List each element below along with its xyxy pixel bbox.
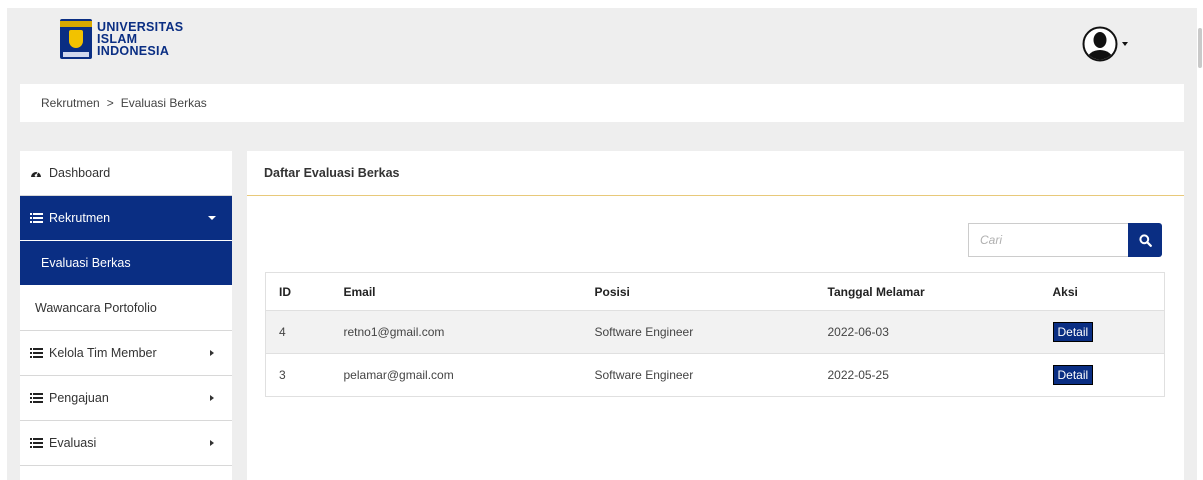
detail-button[interactable]: Detail xyxy=(1052,322,1094,342)
column-header-posisi: Posisi xyxy=(581,272,815,311)
breadcrumb-item-rekrutmen[interactable]: Rekrutmen xyxy=(41,96,100,110)
search-button[interactable] xyxy=(1128,223,1162,257)
sidebar-item-label: Wawancara Portofolio xyxy=(35,301,157,315)
sidebar: Dashboard Rekrutmen Evaluasi Berkas Wawa… xyxy=(20,151,232,480)
sidebar-item-dashboard[interactable]: Dashboard xyxy=(20,151,232,196)
logo-line: INDONESIA xyxy=(97,44,170,58)
cell-aksi: Detail xyxy=(1039,310,1165,354)
table-header-row: ID Email Posisi Tanggal Melamar Aksi xyxy=(265,272,1165,311)
user-menu-toggle[interactable] xyxy=(1082,26,1128,62)
sidebar-item-wawancara-portofolio[interactable]: Wawancara Portofolio xyxy=(20,286,232,331)
cell-id: 3 xyxy=(265,353,331,397)
sidebar-item-label: Pengajuan xyxy=(49,391,109,405)
university-logo[interactable]: UNIVERSITAS ISLAM INDONESIA xyxy=(60,19,183,59)
cell-tanggal: 2022-06-03 xyxy=(814,310,1040,354)
sidebar-item-evaluasi-berkas[interactable]: Evaluasi Berkas xyxy=(20,241,232,286)
dashboard-icon xyxy=(28,168,44,179)
sidebar-item-pengajuan[interactable]: Pengajuan xyxy=(20,376,232,421)
table-row: 3 pelamar@gmail.com Software Engineer 20… xyxy=(265,353,1165,397)
logo-emblem-icon xyxy=(60,19,92,59)
user-avatar-icon xyxy=(1082,26,1118,62)
search-icon xyxy=(1138,233,1152,247)
breadcrumb-separator: > xyxy=(106,96,114,110)
sidebar-item-evaluasi[interactable]: Evaluasi xyxy=(20,421,232,466)
sidebar-item-label: Evaluasi Berkas xyxy=(41,256,131,270)
cell-email: retno1@gmail.com xyxy=(330,310,582,354)
sidebar-item-label: Dashboard xyxy=(49,166,111,180)
chevron-down-icon xyxy=(1122,42,1128,46)
sidebar-item-kelola-tim-member[interactable]: Kelola Tim Member xyxy=(20,331,232,376)
table-row: 4 retno1@gmail.com Software Engineer 202… xyxy=(265,310,1165,354)
cell-email: pelamar@gmail.com xyxy=(330,353,582,397)
evaluasi-table: ID Email Posisi Tanggal Melamar Aksi 4 r… xyxy=(265,272,1165,397)
sidebar-item-label: Rekrutmen xyxy=(49,211,111,225)
breadcrumb: Rekrutmen > Evaluasi Berkas xyxy=(20,84,1184,122)
scrollbar-thumb[interactable] xyxy=(1198,28,1202,68)
cell-posisi: Software Engineer xyxy=(581,310,815,354)
search-input[interactable] xyxy=(968,223,1128,257)
sidebar-item-label: Kelola Tim Member xyxy=(49,346,157,360)
cell-aksi: Detail xyxy=(1039,353,1165,397)
list-icon xyxy=(28,213,44,223)
detail-button[interactable]: Detail xyxy=(1052,365,1094,385)
list-icon xyxy=(28,393,44,403)
logo-text: UNIVERSITAS ISLAM INDONESIA xyxy=(97,21,183,58)
page-scrollbar[interactable] xyxy=(1197,0,1203,480)
sidebar-item-label: Evaluasi xyxy=(49,436,97,450)
breadcrumb-item-current: Evaluasi Berkas xyxy=(120,96,207,110)
caret-down-icon xyxy=(208,216,216,220)
page-title: Daftar Evaluasi Berkas xyxy=(247,151,1184,196)
cell-tanggal: 2022-05-25 xyxy=(814,353,1040,397)
chevron-right-icon xyxy=(210,395,214,401)
search-box xyxy=(968,223,1162,257)
chevron-right-icon xyxy=(210,350,214,356)
top-header: UNIVERSITAS ISLAM INDONESIA xyxy=(7,8,1197,80)
page-background: UNIVERSITAS ISLAM INDONESIA Rekrutmen > … xyxy=(7,8,1197,480)
column-header-id: ID xyxy=(265,272,331,311)
column-header-email: Email xyxy=(330,272,582,311)
column-header-tanggal: Tanggal Melamar xyxy=(814,272,1040,311)
cell-id: 4 xyxy=(265,310,331,354)
chevron-right-icon xyxy=(210,440,214,446)
sidebar-bottom-spacer xyxy=(20,466,232,480)
main-panel: Daftar Evaluasi Berkas ID Email Posisi T… xyxy=(247,151,1184,480)
list-icon xyxy=(28,438,44,448)
sidebar-item-rekrutmen[interactable]: Rekrutmen xyxy=(20,196,232,241)
column-header-aksi: Aksi xyxy=(1039,272,1165,311)
cell-posisi: Software Engineer xyxy=(581,353,815,397)
list-icon xyxy=(28,348,44,358)
